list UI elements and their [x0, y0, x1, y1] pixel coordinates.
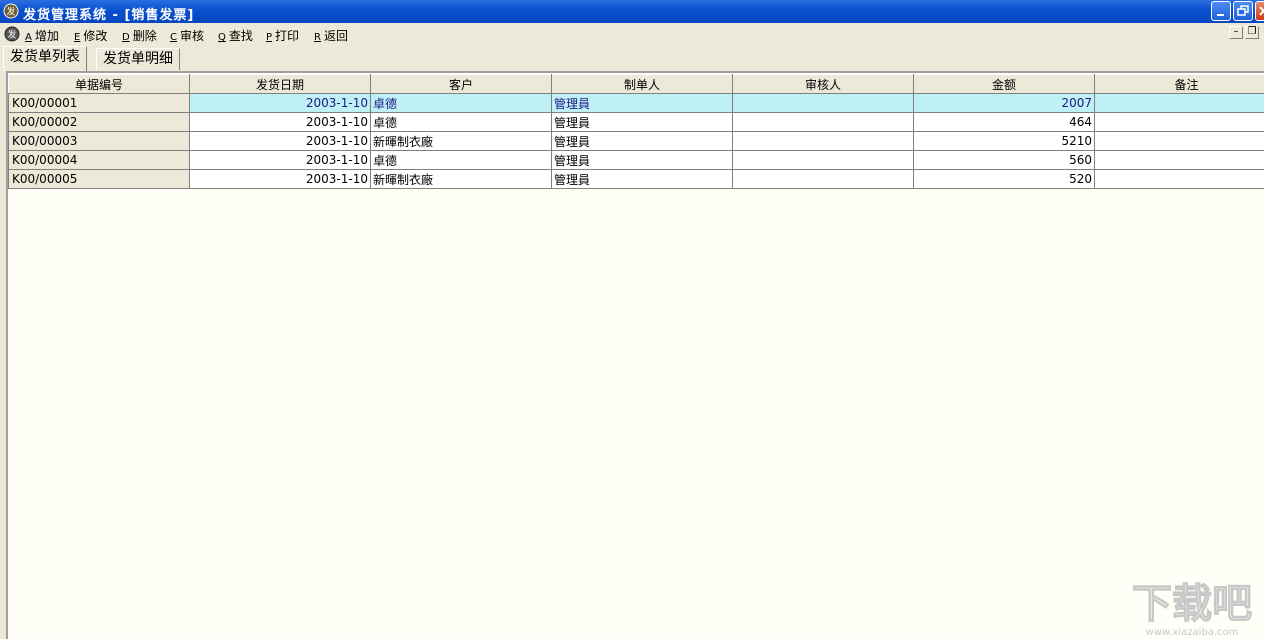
menu-bar: 发 A 增加 E 修改 D 删除 C 审核 Q 查找 P 打印 R 返回 – ❐: [0, 23, 1264, 45]
cell-note[interactable]: [1094, 169, 1264, 189]
cell-note[interactable]: [1094, 112, 1264, 132]
cell-customer[interactable]: 新暉制衣廠: [370, 169, 552, 189]
cell-maker[interactable]: 管理員: [551, 112, 733, 132]
cell-doc-number[interactable]: K00/00001: [8, 93, 190, 113]
cell-auditor[interactable]: [732, 150, 914, 170]
svg-text:发: 发: [7, 29, 16, 41]
column-header-auditor[interactable]: 审核人: [732, 74, 914, 94]
cell-maker[interactable]: 管理員: [551, 150, 733, 170]
menu-add[interactable]: A 增加: [25, 27, 59, 44]
grid-area: 单据编号 发货日期 客户 制单人 审核人 金额 备注 K00/00001 200…: [6, 71, 1264, 639]
table-row[interactable]: K00/00005 2003-1-10 新暉制衣廠 管理員 520: [8, 169, 1264, 189]
cell-note[interactable]: [1094, 93, 1264, 113]
cell-amount[interactable]: 464: [913, 112, 1095, 132]
tab-invoice-detail[interactable]: 发货单明细: [96, 48, 180, 70]
cell-amount[interactable]: 5210: [913, 131, 1095, 151]
watermark-url: www.xiazaiba.com: [1146, 627, 1239, 638]
menu-delete[interactable]: D 删除: [122, 27, 157, 44]
cell-auditor[interactable]: [732, 131, 914, 151]
cell-doc-number[interactable]: K00/00003: [8, 131, 190, 151]
menu-find[interactable]: Q 查找: [218, 27, 253, 44]
cell-ship-date[interactable]: 2003-1-10: [189, 150, 371, 170]
table-row[interactable]: K00/00002 2003-1-10 卓德 管理員 464: [8, 112, 1264, 132]
menu-print[interactable]: P 打印: [266, 27, 299, 44]
cell-note[interactable]: [1094, 150, 1264, 170]
cell-ship-date[interactable]: 2003-1-10: [189, 93, 371, 113]
cell-customer[interactable]: 卓德: [370, 150, 552, 170]
cell-doc-number[interactable]: K00/00004: [8, 150, 190, 170]
table-row[interactable]: K00/00004 2003-1-10 卓德 管理員 560: [8, 150, 1264, 170]
restore-icon: ❐: [1247, 26, 1257, 37]
menu-audit[interactable]: C 审核: [170, 27, 204, 44]
watermark-logo: 下载吧 www.xiazaiba.com: [1131, 580, 1252, 638]
cell-note[interactable]: [1094, 131, 1264, 151]
app-icon: 发: [3, 3, 19, 19]
cell-maker[interactable]: 管理員: [551, 93, 733, 113]
column-header-amount[interactable]: 金额: [913, 74, 1095, 94]
table-row[interactable]: K00/00003 2003-1-10 新暉制衣廠 管理員 5210: [8, 131, 1264, 151]
cell-customer[interactable]: 卓德: [370, 93, 552, 113]
cell-amount[interactable]: 520: [913, 169, 1095, 189]
tab-invoice-list[interactable]: 发货单列表: [3, 46, 87, 71]
mdi-minimize-button[interactable]: –: [1229, 26, 1243, 39]
table-header-row: 单据编号 发货日期 客户 制单人 审核人 金额 备注: [8, 74, 1264, 94]
menu-edit[interactable]: E 修改: [74, 27, 107, 44]
cell-doc-number[interactable]: K00/00005: [8, 169, 190, 189]
cell-auditor[interactable]: [732, 169, 914, 189]
cell-customer[interactable]: 卓德: [370, 112, 552, 132]
minimize-icon: [1217, 14, 1224, 16]
close-icon: [1259, 6, 1264, 16]
cell-maker[interactable]: 管理員: [551, 169, 733, 189]
document-app-icon: 发: [4, 26, 20, 42]
column-header-maker[interactable]: 制单人: [551, 74, 733, 94]
table-row[interactable]: K00/00001 2003-1-10 卓德 管理員 2007: [8, 93, 1264, 113]
title-bar: 发 发货管理系统 - [销售发票]: [0, 0, 1264, 23]
column-header-customer[interactable]: 客户: [370, 74, 552, 94]
menu-return[interactable]: R 返回: [314, 27, 348, 44]
watermark-text: 下载吧: [1132, 581, 1252, 627]
column-header-note[interactable]: 备注: [1094, 74, 1264, 94]
mdi-restore-button[interactable]: ❐: [1245, 26, 1259, 39]
cell-customer[interactable]: 新暉制衣廠: [370, 131, 552, 151]
cell-doc-number[interactable]: K00/00002: [8, 112, 190, 132]
cell-ship-date[interactable]: 2003-1-10: [189, 112, 371, 132]
minimize-button[interactable]: [1211, 1, 1231, 21]
close-button[interactable]: [1255, 1, 1264, 21]
column-header-ship-date[interactable]: 发货日期: [189, 74, 371, 94]
minimize-icon: –: [1233, 26, 1239, 37]
tab-strip: 发货单列表 发货单明细: [0, 45, 1264, 71]
restore-button[interactable]: [1233, 1, 1253, 21]
cell-amount[interactable]: 2007: [913, 93, 1095, 113]
window-title: 发货管理系统 - [销售发票]: [23, 8, 195, 23]
invoice-table: 单据编号 发货日期 客户 制单人 审核人 金额 备注 K00/00001 200…: [8, 74, 1264, 189]
cell-ship-date[interactable]: 2003-1-10: [189, 131, 371, 151]
cell-amount[interactable]: 560: [913, 150, 1095, 170]
cell-auditor[interactable]: [732, 93, 914, 113]
column-header-doc-number[interactable]: 单据编号: [8, 74, 190, 94]
cell-maker[interactable]: 管理員: [551, 131, 733, 151]
svg-text:发: 发: [6, 6, 15, 18]
restore-icon: [1237, 5, 1249, 16]
cell-ship-date[interactable]: 2003-1-10: [189, 169, 371, 189]
cell-auditor[interactable]: [732, 112, 914, 132]
